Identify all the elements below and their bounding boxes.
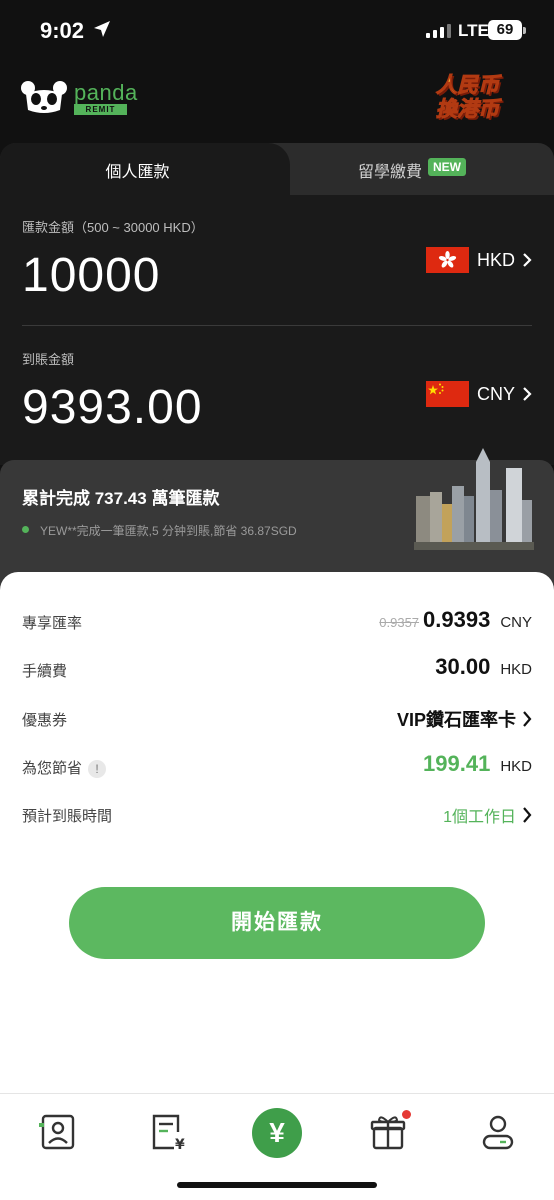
battery-icon: 69 [488, 20, 526, 40]
network-type: LTE [458, 21, 489, 40]
divider [22, 325, 532, 326]
savings-label: 為您節省 [22, 760, 83, 777]
start-remittance-button[interactable]: 開始匯款 [69, 887, 485, 959]
receive-currency-code: CNY [477, 383, 516, 404]
coupon-selector[interactable]: VIP鑽石匯率卡 [397, 706, 532, 732]
rate-unit: CNY [500, 614, 532, 631]
chevron-right-icon [523, 387, 532, 401]
eta-selector[interactable]: 1個工作日 [443, 803, 532, 827]
rate-label: 專享匯率 [22, 615, 83, 632]
send-currency-code: HKD [477, 249, 516, 270]
send-amount-input[interactable]: 10000 [22, 248, 160, 303]
status-bar: 9:02 LTE 69 [0, 0, 554, 60]
profile-icon[interactable] [478, 1112, 518, 1152]
exclusive-rate: 0.9393 [423, 607, 491, 632]
savings-value: 199.41 [423, 751, 491, 776]
location-arrow-icon [94, 21, 110, 37]
city-skyline-icon [414, 448, 534, 550]
promo-exchange-banner[interactable]: 人民币 換港币 [436, 74, 512, 130]
fee-unit: HKD [500, 661, 532, 678]
receive-amount-label: 到賬金額 [22, 352, 75, 367]
chevron-right-icon [523, 807, 532, 823]
brand-name: panda [74, 80, 138, 105]
send-amount-label: 匯款金額（500 ~ 30000 HKD） [22, 220, 204, 235]
eta-value: 1個工作日 [443, 809, 516, 826]
cellular-signal-icon [426, 24, 451, 38]
live-dot-icon [22, 526, 29, 533]
rate-row-value: 0.9357 0.9393 CNY [379, 607, 532, 633]
new-badge: NEW [428, 158, 466, 176]
notification-dot [402, 1110, 411, 1119]
receive-amount-value[interactable]: 9393.00 [22, 380, 203, 435]
contacts-icon[interactable] [38, 1112, 78, 1152]
chevron-right-icon [523, 711, 532, 727]
coupon-value: VIP鑽石匯率卡 [396, 710, 516, 730]
receive-currency-selector[interactable]: CNY [426, 381, 532, 407]
stats-ticker: YEW**完成一筆匯款,5 分钟到賬,節省 36.87SGD [40, 524, 297, 538]
tab-personal-remittance-label[interactable]: 個人匯款 [0, 158, 275, 182]
remit-home-button[interactable]: ¥ [252, 1108, 302, 1158]
transactions-icon[interactable]: ¥ [148, 1112, 188, 1152]
fee-label: 手續費 [22, 663, 68, 680]
info-icon[interactable]: ! [88, 760, 107, 779]
fee-value: 30.00 [435, 654, 491, 679]
svg-text:¥: ¥ [175, 1137, 185, 1152]
fee-row-value: 30.00 HKD [435, 654, 532, 680]
gift-icon[interactable] [368, 1112, 408, 1152]
chevron-right-icon [523, 253, 532, 267]
brand-badge: REMIT [74, 104, 127, 115]
china-flag-icon [426, 381, 469, 407]
savings-label-group: 為您節省! [22, 757, 107, 779]
promo-line-2: 換港币 [436, 98, 500, 122]
promo-line-1: 人民币 [436, 74, 500, 98]
home-indicator [177, 1182, 377, 1188]
tab-tuition-payment-label[interactable]: 留學繳費 [358, 158, 422, 182]
coupon-label: 優惠券 [22, 712, 68, 729]
panda-logo-icon [21, 81, 67, 113]
status-time: 9:02 [40, 18, 85, 43]
eta-label: 預計到賬時間 [22, 808, 113, 825]
hong-kong-flag-icon [426, 247, 469, 273]
send-currency-selector[interactable]: HKD [426, 247, 532, 273]
stats-total: 累計完成 737.43 萬筆匯款 [22, 489, 220, 508]
old-rate: 0.9357 [379, 615, 420, 630]
savings-unit: HKD [500, 758, 532, 775]
savings-row-value: 199.41 HKD [423, 751, 532, 777]
